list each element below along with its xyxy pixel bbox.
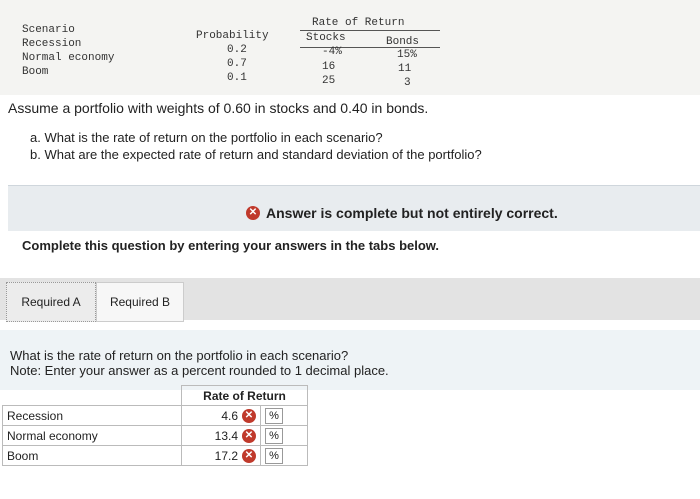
stocks-recession: -4% — [322, 46, 342, 58]
answer-header: Rate of Return — [181, 385, 308, 406]
question-line: What is the rate of return on the portfo… — [10, 348, 349, 363]
tab-required-b-label: Required B — [109, 295, 171, 309]
tab-required-b[interactable]: Required B — [96, 282, 184, 322]
question-part-a: a. What is the rate of return on the por… — [30, 130, 383, 145]
scenario-header: Scenario — [22, 24, 75, 36]
question-part-b: b. What are the expected rate of return … — [30, 147, 482, 162]
row-label-boom: Boom — [2, 445, 182, 466]
answer-input-boom[interactable]: 17.2 ✕ — [181, 445, 261, 466]
answer-status-text: Answer is complete but not entirely corr… — [266, 205, 558, 221]
scenario-boom: Boom — [22, 66, 49, 78]
question-text: What is the rate of return on the portfo… — [10, 348, 389, 378]
unit-recession: % — [260, 405, 308, 426]
table-row: Recession 4.6 ✕ % — [2, 405, 308, 426]
bonds-normal: 11 — [398, 63, 412, 75]
scenario-normal: Normal economy — [22, 52, 115, 64]
problem-statement: Assume a portfolio with weights of 0.60 … — [8, 100, 429, 116]
row-label-recession: Recession — [2, 405, 182, 426]
tab-required-a-label: Required A — [21, 295, 81, 309]
subheader-rule — [300, 47, 440, 48]
bonds-recession: 15% — [397, 49, 417, 61]
table-row: Boom 17.2 ✕ % — [2, 445, 308, 466]
answer-value-recession: 4.6 — [221, 408, 238, 423]
prob-normal: 0.7 — [227, 58, 247, 70]
table-row: Normal economy 13.4 ✕ % — [2, 425, 308, 446]
answer-value-boom: 17.2 — [214, 448, 238, 463]
answer-value-normal: 13.4 — [214, 428, 238, 443]
answer-input-normal[interactable]: 13.4 ✕ — [181, 425, 261, 446]
question-note: Note: Enter your answer as a percent rou… — [10, 363, 389, 378]
probability-header: Probability — [196, 30, 269, 42]
rate-of-return-header: Rate of Return — [312, 17, 405, 29]
header-rule — [300, 30, 440, 31]
stocks-boom: 25 — [322, 75, 336, 87]
instruction-text: Complete this question by entering your … — [22, 238, 440, 253]
incorrect-icon: ✕ — [242, 408, 256, 423]
prob-boom: 0.1 — [227, 72, 247, 84]
answer-header-row: Rate of Return — [3, 385, 308, 406]
row-label-normal: Normal economy — [2, 425, 182, 446]
unit-normal: % — [260, 425, 308, 446]
incorrect-icon: ✕ — [246, 206, 260, 220]
answer-status: ✕ Answer is complete but not entirely co… — [246, 205, 558, 221]
bonds-boom: 3 — [404, 77, 411, 89]
answer-table: Rate of Return Recession 4.6 ✕ % Normal … — [2, 385, 308, 466]
incorrect-icon: ✕ — [242, 448, 256, 463]
unit-boom: % — [260, 445, 308, 466]
stocks-normal: 16 — [322, 61, 336, 73]
prob-recession: 0.2 — [227, 44, 247, 56]
incorrect-icon: ✕ — [242, 428, 256, 443]
stocks-header: Stocks — [306, 32, 346, 44]
scenario-recession: Recession — [22, 38, 82, 50]
tab-required-a[interactable]: Required A — [6, 282, 96, 322]
answer-input-recession[interactable]: 4.6 ✕ — [181, 405, 261, 426]
